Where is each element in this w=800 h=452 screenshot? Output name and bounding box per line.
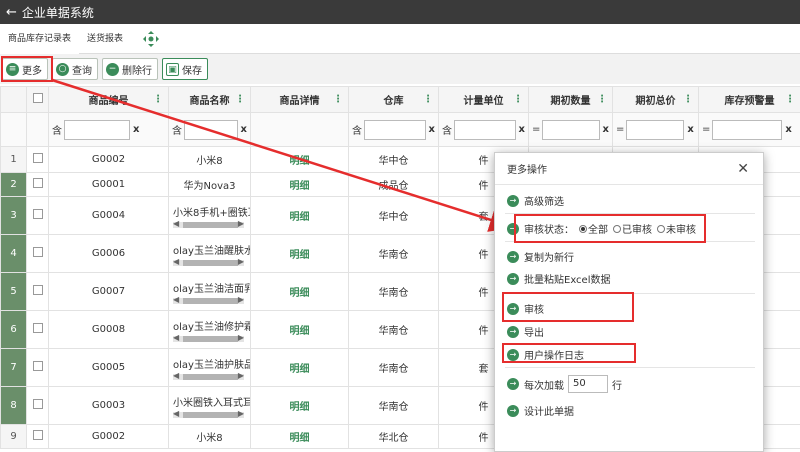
arrow-right-icon: → [507, 272, 519, 285]
close-icon[interactable]: ✕ [737, 161, 749, 177]
arrow-right-icon: → [507, 378, 519, 390]
arrow-right-icon: → [507, 325, 519, 338]
arrow-right-icon: → [507, 250, 519, 263]
arrow-right-icon: → [507, 194, 519, 207]
advanced-filter-item[interactable]: → 高级筛选 [507, 193, 564, 208]
load-count-row: → 每次加载 50 行 [507, 375, 622, 393]
highlight-audit-status [514, 214, 706, 243]
load-count-input[interactable]: 50 [568, 375, 608, 393]
highlight-user-log [502, 343, 636, 363]
export-item[interactable]: → 导出 [507, 324, 544, 339]
design-form-item[interactable]: → 设计此单据 [507, 403, 574, 418]
highlight-audit [502, 292, 634, 322]
arrow-right-icon: → [507, 404, 519, 417]
paste-excel-item[interactable]: → 批量粘贴Excel数据 [507, 271, 611, 286]
copy-new-row-item[interactable]: → 复制为新行 [507, 249, 574, 264]
dialog-title: 更多操作 [495, 153, 763, 185]
